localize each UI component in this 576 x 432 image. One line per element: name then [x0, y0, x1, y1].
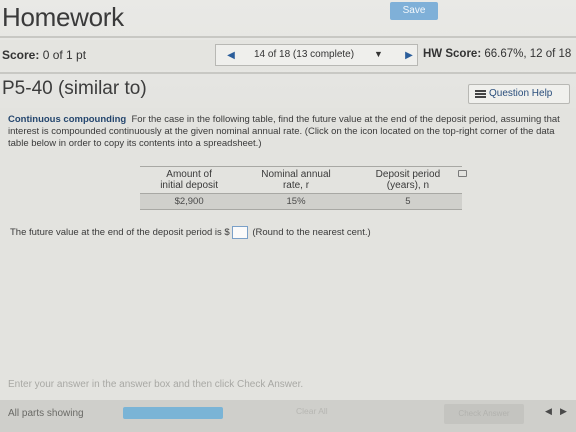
question-selector[interactable]: 14 of 18 (13 complete) [254, 49, 354, 60]
hw-score-value: 66.67%, 12 of 18 [484, 48, 572, 60]
hw-score: HW Score: 66.67%, 12 of 18 [423, 48, 571, 60]
header-amount: Amount of initial deposit [140, 166, 239, 194]
score: Score: 0 of 1 pt [2, 48, 86, 62]
cell-rate: 15% [238, 193, 354, 210]
parts-progress-bar [123, 407, 223, 419]
check-answer-button[interactable]: Check Answer [444, 404, 524, 424]
save-button[interactable]: Save [390, 2, 438, 20]
chevron-down-icon[interactable]: ▼ [374, 49, 383, 59]
answer-line: The future value at the end of the depos… [10, 226, 371, 239]
question-help-label: Question Help [489, 88, 553, 99]
footer-bar: All parts showing Clear All Check Answer… [0, 400, 576, 432]
parts-showing-label: All parts showing [8, 408, 84, 419]
header-rate: Nominal annual rate, r [238, 166, 354, 194]
hw-score-label: HW Score: [423, 48, 482, 60]
page-title: Homework [2, 2, 124, 32]
table-row: $2,900 15% 5 [140, 193, 462, 210]
data-table: Amount of initial deposit Nominal annual… [140, 166, 470, 210]
problem-title: P5-40 (similar to) [2, 78, 147, 99]
header-line: (years), n [386, 180, 430, 191]
previous-question-button[interactable]: ◀ [220, 49, 242, 63]
header-line: rate, r [282, 180, 310, 191]
header-line: Amount of [166, 169, 212, 180]
previous-part-button[interactable]: ◀ [545, 406, 552, 417]
next-part-button[interactable]: ▶ [560, 406, 567, 417]
divider [0, 72, 576, 74]
header-line: initial deposit [160, 180, 218, 191]
question-content: Continuous compounding For the case in t… [0, 108, 576, 408]
divider [0, 36, 576, 38]
next-question-button[interactable]: ▶ [398, 49, 420, 63]
list-icon [475, 90, 486, 98]
answer-instruction: (Round to the nearest cent.) [252, 227, 371, 239]
answer-input[interactable] [231, 226, 248, 239]
homework-page: Homework Save Score: 0 of 1 pt ◀ 14 of 1… [0, 0, 576, 432]
question-instructions: Continuous compounding For the case in t… [8, 114, 568, 150]
question-navigator: ◀ 14 of 18 (13 complete) ▼ ▶ [215, 44, 418, 66]
answer-prefix: The future value at the end of the depos… [10, 227, 230, 239]
score-label: Score: [2, 48, 40, 62]
copy-icon[interactable] [458, 170, 467, 177]
instructions-heading: Continuous compounding [8, 114, 127, 125]
score-value: 0 of 1 pt [42, 48, 87, 62]
problem-header: P5-40 (similar to) Question Help [0, 76, 576, 106]
clear-all-button[interactable]: Clear All [296, 406, 328, 416]
table-header-row: Amount of initial deposit Nominal annual… [140, 166, 462, 194]
cell-period: 5 [353, 193, 462, 210]
cell-amount: $2,900 [140, 193, 239, 210]
header-line: Nominal annual [261, 169, 331, 180]
score-row: Score: 0 of 1 pt ◀ 14 of 18 (13 complete… [0, 40, 576, 70]
header-line: Deposit period [375, 169, 441, 180]
question-help-button[interactable]: Question Help [468, 84, 570, 104]
header-period: Deposit period (years), n [353, 166, 462, 194]
answer-hint: Enter your answer in the answer box and … [8, 379, 304, 390]
